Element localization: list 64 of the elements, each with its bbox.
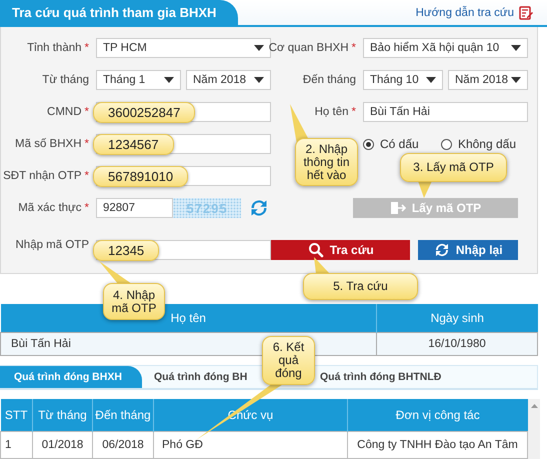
select-field[interactable]: Bảo hiểm Xã hội quận 10 [363, 38, 528, 58]
field-label: Tỉnh thành [27, 42, 82, 54]
radio-option[interactable]: Không dấu [440, 137, 516, 151]
caret-icon [511, 45, 521, 51]
select-field[interactable]: Năm 2018 [186, 70, 271, 90]
refresh-icon[interactable] [249, 198, 269, 218]
required-mark: * [84, 202, 89, 214]
column-header: Đơn vị công tác [348, 399, 528, 432]
tab[interactable]: Quá trình đóng BH [154, 366, 248, 388]
page-title: Tra cứu quá trình tham gia BHXH [0, 0, 238, 25]
field-label: Mã số BHXH [15, 138, 82, 150]
help-link[interactable]: Hướng dẫn tra cứu [416, 6, 514, 18]
required-mark: * [84, 138, 89, 150]
caret-icon [164, 77, 174, 83]
door-arrow-icon [390, 201, 406, 215]
column-header: STT [0, 399, 32, 432]
field-label: CMND [47, 106, 82, 118]
select-field[interactable]: Năm 2018 [448, 70, 528, 90]
search-icon [308, 242, 324, 258]
field-label: Họ tên [314, 106, 349, 118]
field-label: Nhập mã OTP [16, 239, 89, 251]
caret-icon [426, 77, 436, 83]
callout: 6. Kết quả đóng [262, 336, 315, 385]
required-mark: * [84, 106, 89, 118]
input-field[interactable]: 567891010 [96, 166, 271, 186]
field-label: SĐT nhận OTP [3, 170, 82, 182]
caret-icon [511, 77, 521, 83]
field-label: Mã xác thực [18, 202, 82, 214]
table-cell: Phó GĐ [154, 432, 348, 458]
column-header: Đến tháng [92, 399, 154, 432]
refresh-icon [434, 242, 450, 258]
edit-document-icon[interactable] [519, 6, 533, 20]
input-field[interactable]: 12345 [96, 240, 271, 260]
required-mark: * [84, 170, 89, 182]
caret-icon [254, 45, 264, 51]
table-cell: 1 [0, 432, 32, 458]
reset-button[interactable]: Nhập lại [418, 240, 518, 260]
table-cell: Công ty TNHH Đào tạo An Tâm [348, 432, 528, 458]
column-header: Từ tháng [32, 399, 92, 432]
table-cell: 06/2018 [92, 432, 154, 458]
tab[interactable]: Quá trình đóng BHTNLĐ [320, 366, 442, 388]
column-header: Ngày sinh [376, 304, 538, 332]
callout: 5. Tra cứu [303, 273, 418, 300]
input-field[interactable]: 3600252847 [96, 102, 271, 122]
select-field[interactable]: Tháng 1 [96, 70, 181, 90]
input-field[interactable]: Bùi Tấn Hải [363, 102, 528, 122]
required-mark: * [352, 106, 356, 118]
select-field[interactable]: Tháng 10 [363, 70, 443, 90]
required-mark: * [84, 42, 89, 54]
required-mark: * [352, 42, 356, 54]
table-cell: 01/2018 [32, 432, 92, 458]
search-button[interactable]: Tra cứu [271, 240, 410, 260]
radio-option[interactable]: Có dấu [363, 137, 419, 151]
table-cell: 16/10/1980 [376, 332, 538, 356]
caret-icon [254, 77, 264, 83]
field-label: Từ tháng [42, 74, 89, 86]
callout: 4. Nhập mã OTP [103, 283, 165, 320]
input-field[interactable]: 1234567 [96, 134, 271, 154]
input-field[interactable]: 92807 [96, 198, 173, 218]
callout: 2. Nhập thông tin hết vào [295, 138, 358, 186]
field-label: Cơ quan BHXH [268, 42, 349, 54]
scroll-up-icon[interactable] [530, 404, 538, 408]
callout: 3. Lấy mã OTP [400, 153, 507, 182]
field-label: Đến tháng [302, 74, 356, 86]
